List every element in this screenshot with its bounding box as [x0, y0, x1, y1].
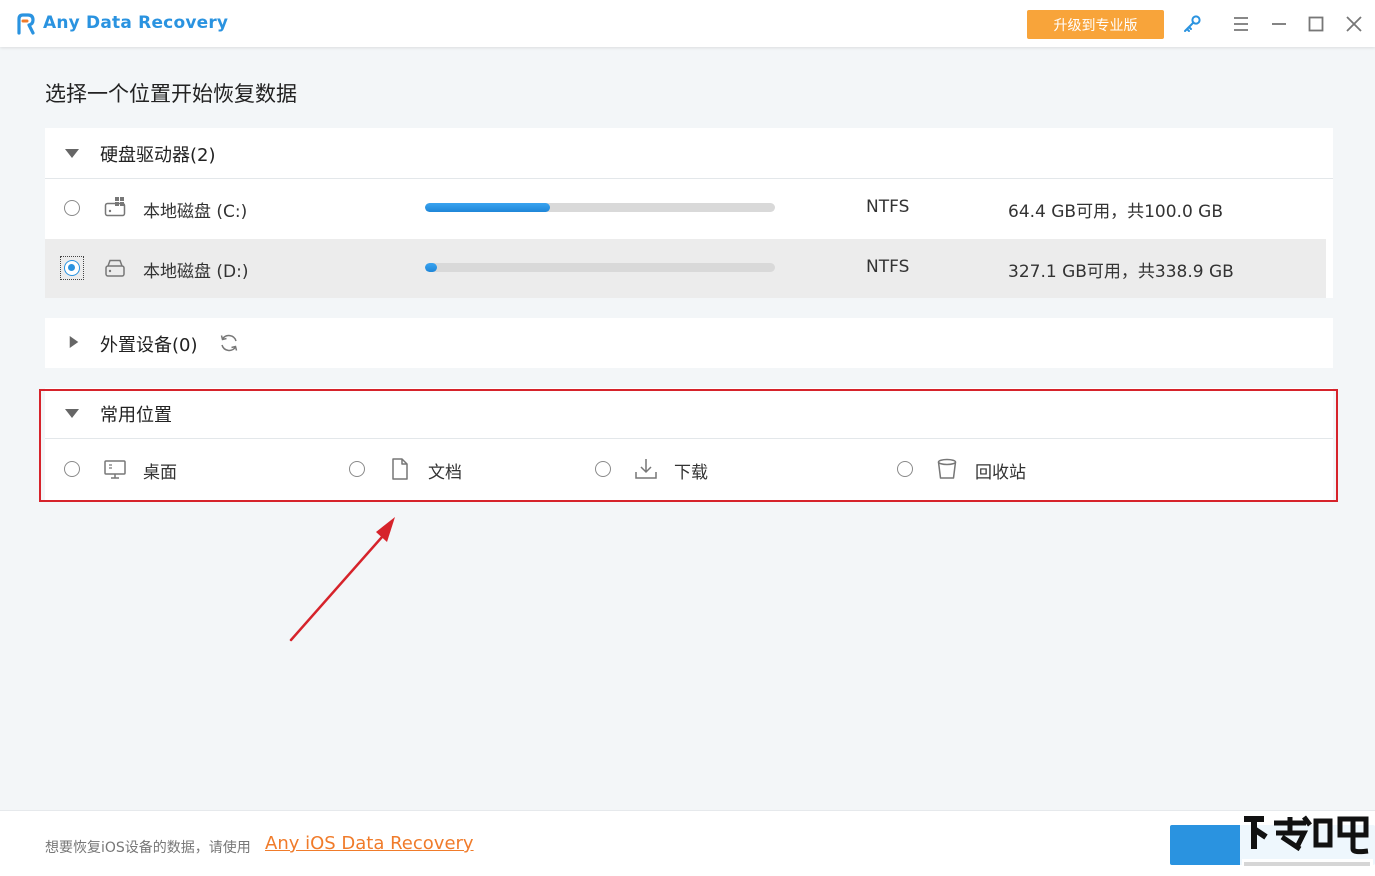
app-logo-icon [17, 13, 35, 35]
documents-radio[interactable] [349, 461, 365, 477]
drive-c-capacity: 64.4 GB可用，共100.0 GB [1008, 202, 1223, 222]
common-locations-panel: 常用位置 桌面 文档 下载 回收站 [45, 388, 1333, 500]
watermark-logo [1240, 815, 1375, 875]
windows-drive-icon [104, 197, 126, 217]
annotation-arrow [289, 517, 395, 642]
drive-c-radio[interactable] [64, 200, 80, 216]
common-locations-header[interactable]: 常用位置 [45, 388, 1333, 438]
close-icon[interactable] [1344, 14, 1364, 34]
location-recycle-bin[interactable]: 回收站 [892, 454, 1132, 484]
download-icon [635, 459, 657, 479]
hard-drives-panel: 硬盘驱动器(2) 本地磁盘 (C:) NTFS 64.4 GB可用，共100.0… [45, 128, 1333, 298]
external-devices-panel: 外置设备(0) [45, 318, 1333, 368]
drive-row-d[interactable]: 本地磁盘 (D:) NTFS 327.1 GB可用，共338.9 GB [45, 239, 1326, 298]
footer: 想要恢复iOS设备的数据，请使用 Any iOS Data Recovery [0, 810, 1375, 876]
hard-drives-header[interactable]: 硬盘驱动器(2) [45, 128, 1333, 178]
external-devices-label: 外置设备(0) [100, 335, 198, 356]
maximize-icon[interactable] [1306, 14, 1326, 34]
drive-c-usage-fill [425, 203, 550, 212]
page-title: 选择一个位置开始恢复数据 [45, 82, 297, 106]
document-icon [392, 458, 408, 480]
upgrade-button[interactable]: 升级到专业版 [1027, 10, 1164, 39]
key-icon[interactable] [1182, 14, 1202, 34]
caret-down-icon [65, 149, 79, 158]
caret-down-icon [65, 409, 79, 418]
ios-recovery-link[interactable]: Any iOS Data Recovery [265, 833, 474, 854]
desktop-icon [104, 460, 126, 479]
drive-d-name: 本地磁盘 (D:) [143, 262, 249, 282]
location-downloads[interactable]: 下载 [590, 454, 810, 484]
drive-d-radio[interactable] [64, 260, 80, 276]
caret-right-icon [69, 336, 79, 348]
downloads-label: 下载 [674, 463, 708, 483]
drive-row-c[interactable]: 本地磁盘 (C:) NTFS 64.4 GB可用，共100.0 GB [45, 179, 1326, 238]
desktop-label: 桌面 [143, 463, 177, 483]
recycle-bin-radio[interactable] [897, 461, 913, 477]
desktop-radio[interactable] [64, 461, 80, 477]
app-title: Any Data Recovery [43, 13, 229, 33]
drive-c-usage-bar [425, 203, 775, 212]
drive-c-name: 本地磁盘 (C:) [143, 202, 248, 222]
downloads-radio[interactable] [595, 461, 611, 477]
menu-icon[interactable] [1231, 14, 1251, 34]
divider [45, 438, 1333, 439]
title-bar: Any Data Recovery 升级到专业版 [0, 0, 1375, 47]
drive-d-capacity: 327.1 GB可用，共338.9 GB [1008, 262, 1234, 282]
hard-drives-label: 硬盘驱动器(2) [100, 145, 216, 166]
refresh-icon[interactable] [218, 332, 240, 354]
drive-d-filesystem: NTFS [866, 257, 910, 277]
recycle-bin-icon [937, 458, 957, 479]
location-documents[interactable]: 文档 [345, 454, 545, 484]
drive-icon [105, 259, 125, 277]
recycle-bin-label: 回收站 [975, 463, 1026, 483]
drive-d-usage-fill [425, 263, 438, 272]
drive-d-usage-bar [425, 263, 775, 272]
common-locations-label: 常用位置 [100, 405, 172, 426]
documents-label: 文档 [428, 463, 462, 483]
drive-c-filesystem: NTFS [866, 197, 910, 217]
footer-text: 想要恢复iOS设备的数据，请使用 [45, 840, 251, 856]
minimize-icon[interactable] [1269, 14, 1289, 34]
location-desktop[interactable]: 桌面 [45, 454, 295, 484]
